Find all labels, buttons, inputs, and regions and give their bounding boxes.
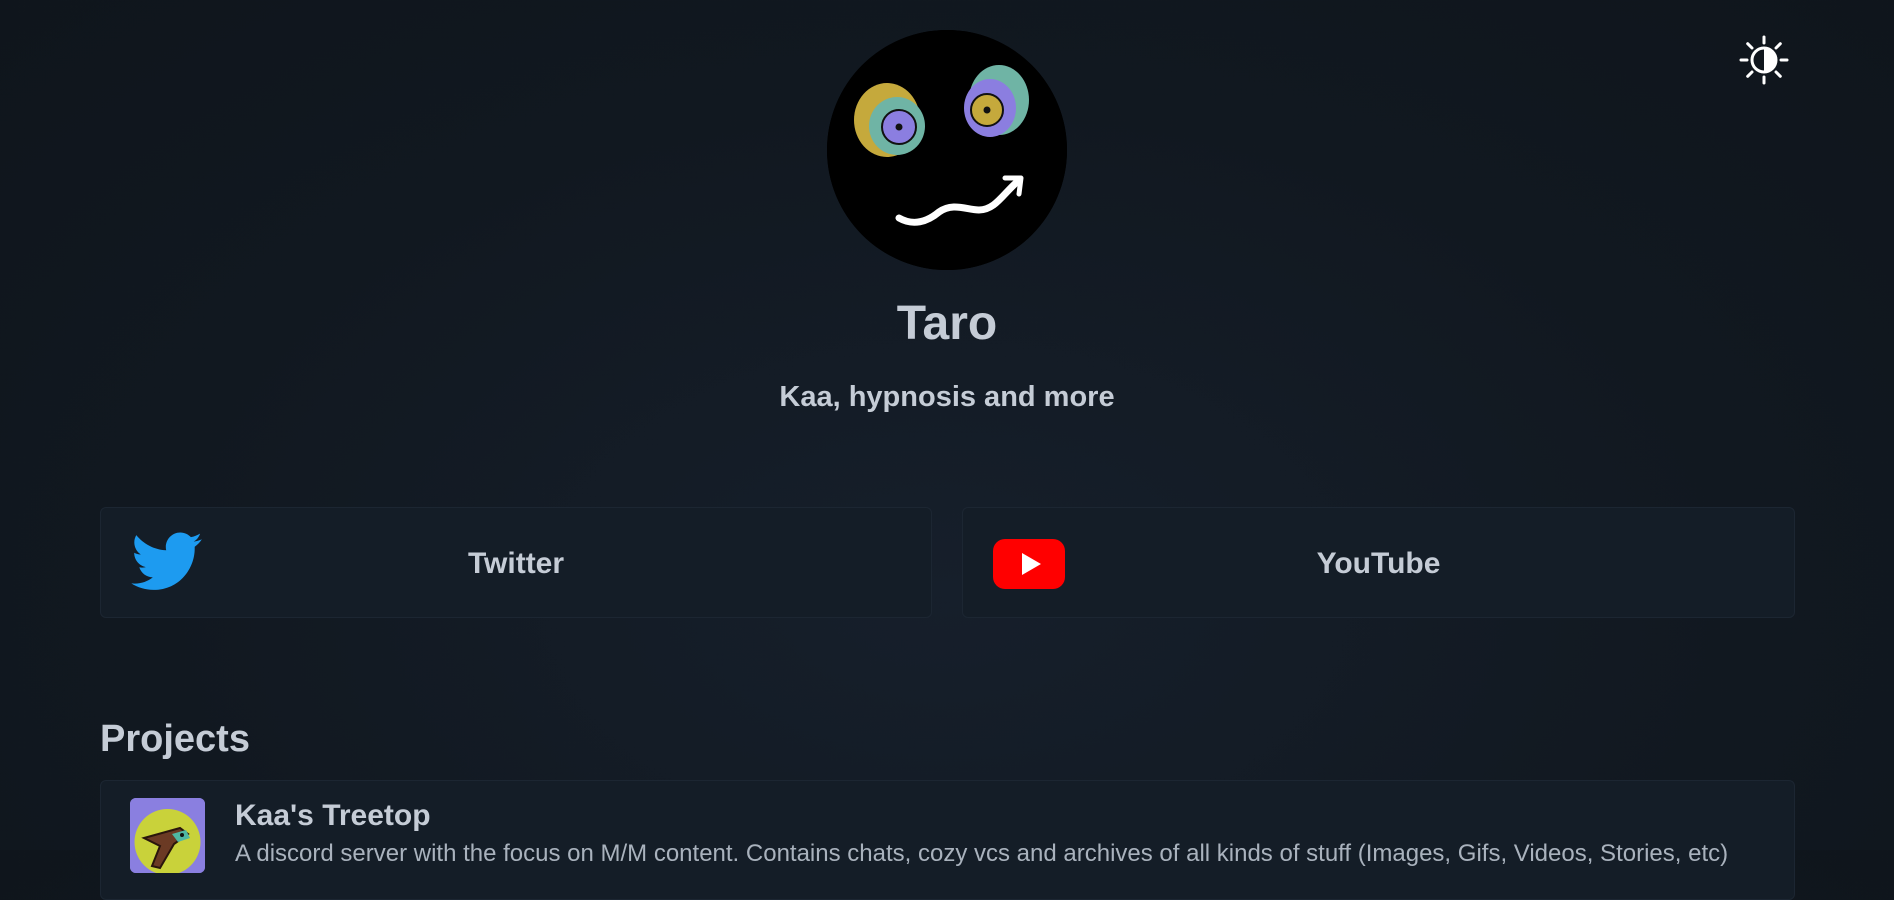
brightness-half-icon xyxy=(1739,35,1789,85)
profile-avatar xyxy=(827,30,1067,270)
theme-toggle-button[interactable] xyxy=(1738,34,1790,86)
project-card-kaas-treetop[interactable]: Kaa's Treetop A discord server with the … xyxy=(100,780,1795,900)
projects-heading: Projects xyxy=(100,718,250,760)
profile-name: Taro xyxy=(896,297,998,350)
project-description: A discord server with the focus on M/M c… xyxy=(235,840,1729,867)
twitter-link-button[interactable]: Twitter xyxy=(100,507,932,618)
profile-tagline: Kaa, hypnosis and more xyxy=(779,381,1115,413)
kaas-treetop-logo xyxy=(130,798,205,873)
youtube-link-label: YouTube xyxy=(1316,547,1441,580)
project-title: Kaa's Treetop xyxy=(235,799,431,832)
twitter-link-label: Twitter xyxy=(467,547,565,580)
hypno-face-avatar xyxy=(827,30,1067,270)
youtube-link-button[interactable]: YouTube xyxy=(962,507,1795,618)
